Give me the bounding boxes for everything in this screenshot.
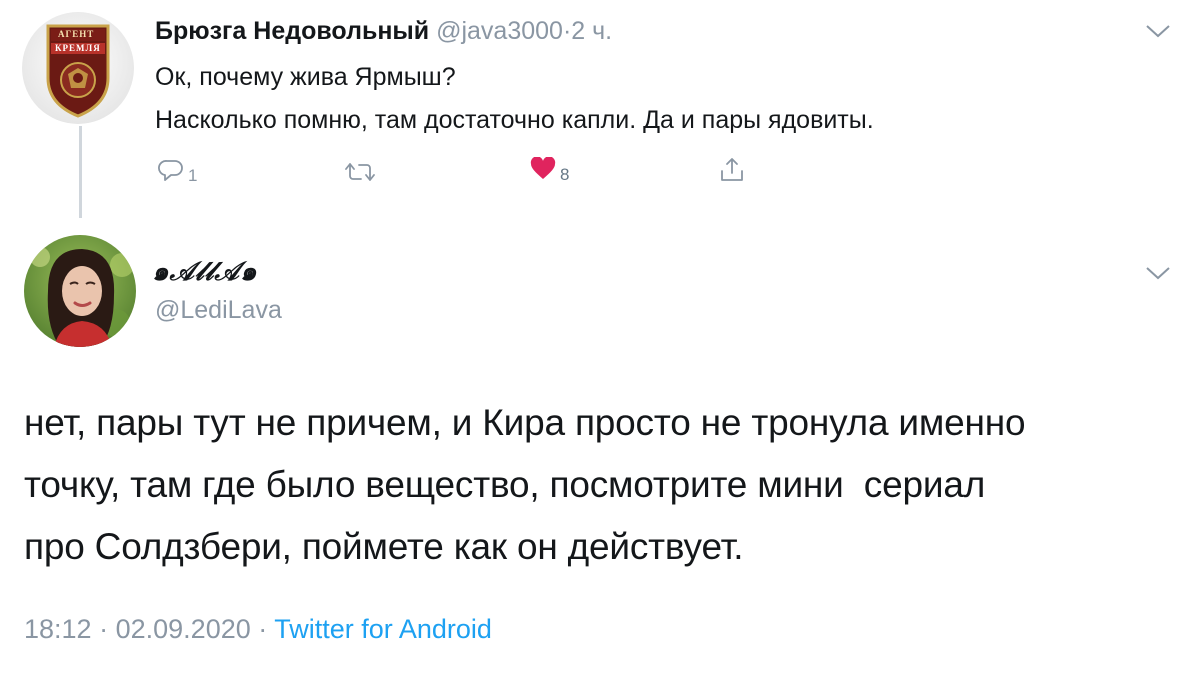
- display-name[interactable]: ๑𝒜𝓁𝓁𝒜๑: [152, 251, 257, 292]
- share-button[interactable]: [718, 156, 746, 184]
- parent-tweet-header: Брюзга Недовольный @java3000·2 ч.: [155, 17, 612, 46]
- parent-tweet-text-line-2: Насколько помню, там достаточно капли. Д…: [155, 106, 874, 134]
- profile-photo-icon: [24, 235, 136, 347]
- handle[interactable]: @LediLava: [155, 296, 282, 325]
- retweet-icon: [345, 163, 375, 181]
- time-ago[interactable]: 2 ч.: [571, 17, 612, 45]
- avatar-ledilava[interactable]: [24, 235, 136, 347]
- parent-tweet-text-line-1: Ок, почему жива Ярмыш?: [155, 63, 456, 91]
- retweet-button[interactable]: [343, 160, 381, 184]
- reply-text-line-2: точку, там где было вещество, посмотрите…: [24, 464, 986, 505]
- display-name[interactable]: Брюзга Недовольный: [155, 17, 429, 45]
- like-count: 8: [560, 165, 570, 184]
- footer-separator: ·: [258, 614, 268, 644]
- reply-text-line-3: про Солдзбери, поймете как он действует.: [24, 526, 744, 567]
- thread-line: [79, 126, 82, 218]
- reply-text-line-1: нет, пары тут не причем, и Кира просто н…: [24, 402, 1026, 443]
- avatar-badge-top-text: АГЕНТ: [58, 29, 95, 39]
- reply-count: 1: [188, 166, 198, 185]
- timestamp-time[interactable]: 18:12: [24, 614, 92, 644]
- reply-icon: [158, 160, 183, 181]
- chevron-down-icon[interactable]: [1144, 22, 1172, 40]
- chevron-down-icon[interactable]: [1144, 264, 1172, 282]
- reply-tweet-text: нет, пары тут не причем, и Кира просто н…: [24, 392, 1184, 578]
- share-icon: [721, 158, 743, 181]
- handle[interactable]: @java3000: [436, 17, 563, 45]
- tweet-footer: 18:12 · 02.09.2020 · Twitter for Android: [24, 614, 492, 645]
- tweet-source-link[interactable]: Twitter for Android: [274, 614, 492, 644]
- timestamp-date[interactable]: 02.09.2020: [116, 614, 251, 644]
- like-button[interactable]: 8: [530, 157, 569, 184]
- reply-button[interactable]: 1: [158, 158, 197, 185]
- heart-icon: [530, 157, 556, 179]
- avatar-badge-bottom-text: КРЕМЛЯ: [55, 43, 101, 53]
- footer-separator: ·: [99, 614, 109, 644]
- avatar-java3000[interactable]: АГЕНТ КРЕМЛЯ: [22, 12, 134, 124]
